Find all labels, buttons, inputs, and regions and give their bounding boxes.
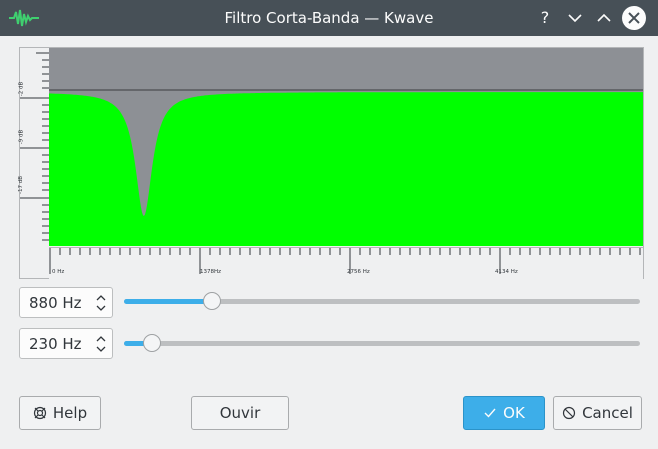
bandwidth-value[interactable]: 230 Hz xyxy=(29,335,82,353)
bandwidth-slider[interactable] xyxy=(124,334,640,352)
spin-arrows-icon[interactable] xyxy=(94,333,108,355)
bandwidth-slider-handle[interactable] xyxy=(143,334,162,352)
frequency-slider-handle[interactable] xyxy=(202,292,221,310)
x-tick-label: 4134 Hz xyxy=(495,269,518,275)
y-tick-label: -17 dB xyxy=(18,176,24,194)
y-tick-label: -2 dB xyxy=(18,81,25,97)
checkmark-icon xyxy=(484,408,496,418)
x-tick-label: 1378Hz xyxy=(200,269,222,275)
x-tick-label: 0 Hz xyxy=(52,269,65,275)
listen-button[interactable]: Ouvir xyxy=(191,396,289,430)
listen-button-label: Ouvir xyxy=(219,404,261,422)
cancel-button[interactable]: Cancel xyxy=(553,396,642,430)
window-title: Filtro Corta-Banda — Kwave xyxy=(224,9,434,27)
cancel-icon xyxy=(562,406,576,420)
bandwidth-spinbox[interactable]: 230 Hz xyxy=(19,328,113,359)
ok-button-label: OK xyxy=(503,404,525,422)
frequency-spinbox[interactable]: 880 Hz xyxy=(19,287,113,318)
minimize-icon[interactable] xyxy=(564,7,586,29)
lifebuoy-icon xyxy=(33,406,46,420)
help-button[interactable]: Help xyxy=(19,396,101,430)
maximize-icon[interactable] xyxy=(593,7,615,29)
y-axis-ruler: -2 dB -9 dB -17 dB xyxy=(18,48,50,246)
spectrum-plot xyxy=(49,48,643,246)
help-icon[interactable]: ? xyxy=(534,7,556,29)
help-button-label: Help xyxy=(52,404,88,422)
window-titlebar[interactable]: Filtro Corta-Banda — Kwave ? xyxy=(0,0,658,36)
frequency-value[interactable]: 880 Hz xyxy=(29,294,82,312)
cancel-button-label: Cancel xyxy=(582,404,633,422)
ok-button[interactable]: OK xyxy=(463,396,545,430)
frequency-response-chart: -2 dB -9 dB -17 dB 0 Hz 1378Hz 2756 Hz 4… xyxy=(18,47,644,279)
close-icon[interactable] xyxy=(622,6,646,30)
frequency-slider[interactable] xyxy=(124,292,640,310)
frequency-slider-fill xyxy=(124,299,212,304)
y-tick-label: -9 dB xyxy=(18,129,25,145)
x-axis-ruler: 0 Hz 1378Hz 2756 Hz 4134 Hz xyxy=(49,247,643,279)
x-tick-label: 2756 Hz xyxy=(347,269,370,275)
spin-arrows-icon[interactable] xyxy=(94,292,108,314)
